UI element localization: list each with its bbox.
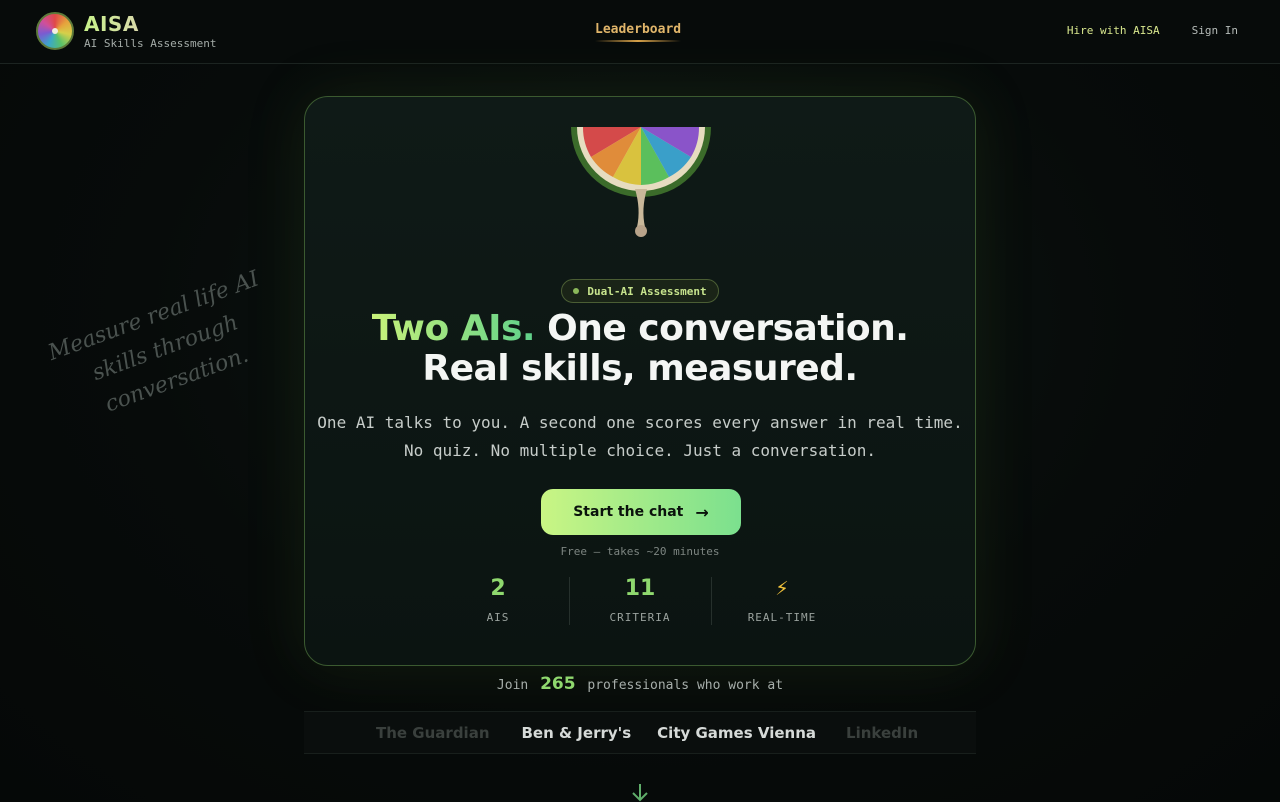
- join-suffix: professionals who work at: [587, 678, 784, 693]
- company-logo-strip: The Guardian Ben & Jerry's City Games Vi…: [304, 711, 976, 754]
- company-logo: The Guardian: [376, 723, 490, 742]
- brand-text: AISA AI Skills Assessment: [84, 13, 216, 50]
- citrus-slice-illustration: [571, 127, 711, 237]
- company-logo: LinkedIn: [846, 723, 919, 742]
- stat-label: CRITERIA: [609, 611, 671, 624]
- scroll-down-icon[interactable]: [630, 782, 650, 802]
- stat-label: REAL-TIME: [747, 611, 817, 624]
- nav-leaderboard-label: Leaderboard: [595, 22, 682, 37]
- headline-rest: One conversation.: [535, 308, 909, 349]
- badge-label: Dual-AI Assessment: [587, 284, 707, 298]
- aisa-logo-icon: [36, 12, 74, 50]
- start-chat-button[interactable]: Start the chat →: [541, 489, 741, 535]
- free-note: Free — takes ~20 minutes: [560, 545, 720, 558]
- nav-leaderboard-link[interactable]: Leaderboard: [595, 22, 682, 42]
- stat-criteria: 11 CRITERIA: [569, 575, 711, 625]
- handwritten-tagline: Measure real life AI skills through conv…: [40, 261, 291, 436]
- site-header: AISA AI Skills Assessment Leaderboard Hi…: [0, 0, 1280, 64]
- active-nav-underline: [595, 40, 682, 42]
- join-prefix: Join: [496, 678, 529, 693]
- brand-title: AISA: [84, 13, 216, 35]
- lightning-icon: ⚡: [775, 576, 789, 601]
- stat-label: AIS: [486, 611, 510, 624]
- subtitle-line-2: No quiz. No multiple choice. Just a conv…: [403, 441, 876, 460]
- headline-line-2: Real skills, measured.: [422, 348, 858, 389]
- stat-value: 11: [624, 576, 656, 601]
- company-logo: Ben & Jerry's: [521, 723, 632, 742]
- hero-headline: Two AIs. One conversation. Real skills, …: [305, 309, 975, 389]
- hire-with-aisa-link[interactable]: Hire with AISA: [1067, 24, 1160, 37]
- stat-value: 2: [490, 576, 506, 601]
- professional-count: 265: [540, 674, 576, 694]
- stats-row: 2 AIS 11 CRITERIA ⚡ REAL-TIME: [305, 575, 975, 625]
- stat-realtime: ⚡ REAL-TIME: [711, 575, 853, 625]
- subtitle-line-1: One AI talks to you. A second one scores…: [317, 413, 963, 432]
- brand[interactable]: AISA AI Skills Assessment: [36, 12, 216, 50]
- sign-in-link[interactable]: Sign In: [1192, 24, 1238, 37]
- headline-accent: Two AIs.: [371, 308, 536, 349]
- dual-ai-badge: Dual-AI Assessment: [561, 279, 719, 303]
- hero-card: Dual-AI Assessment Two AIs. One conversa…: [304, 96, 976, 666]
- stat-ais: 2 AIS: [427, 575, 569, 624]
- join-line: Join 265 professionals who work at: [0, 674, 1280, 694]
- badge-dot-icon: [573, 288, 580, 294]
- start-chat-label: Start the chat: [573, 504, 684, 520]
- brand-subtitle: AI Skills Assessment: [84, 36, 217, 50]
- hero-subtitle: One AI talks to you. A second one scores…: [305, 409, 975, 465]
- arrow-right-icon: →: [695, 502, 709, 522]
- company-logo: City Games Vienna: [657, 723, 817, 742]
- nav-right: Hire with AISA Sign In: [1067, 24, 1238, 37]
